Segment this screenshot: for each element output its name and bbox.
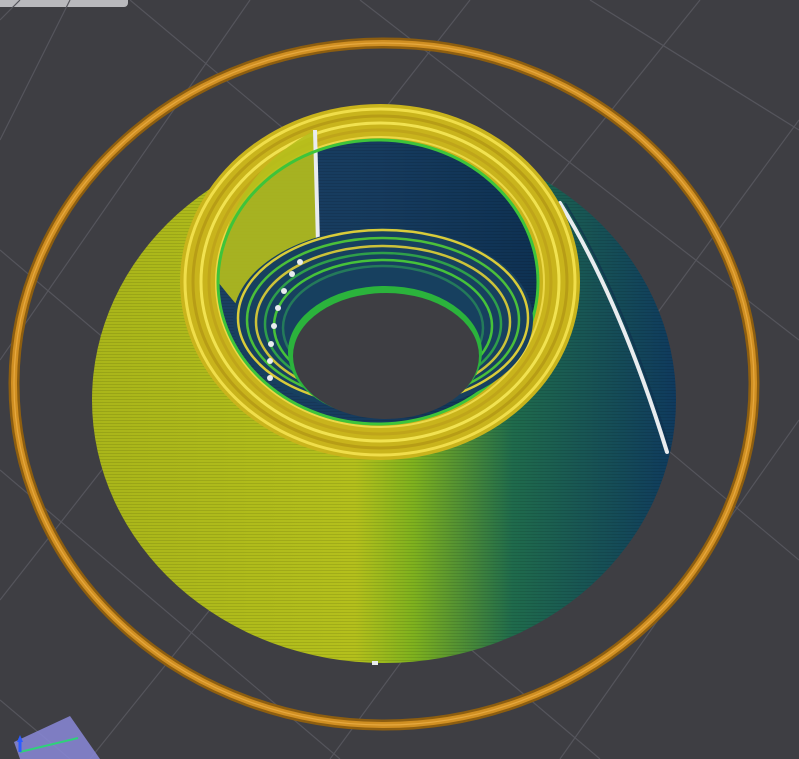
3d-viewport[interactable] xyxy=(0,0,799,759)
grid-line xyxy=(0,0,21,21)
bottom-hole xyxy=(293,293,479,419)
grid-line xyxy=(589,0,799,131)
print-preview-scene[interactable] xyxy=(0,0,799,759)
grid-line xyxy=(0,699,71,759)
grid-line xyxy=(0,0,71,141)
front-seam-marker xyxy=(372,661,378,665)
